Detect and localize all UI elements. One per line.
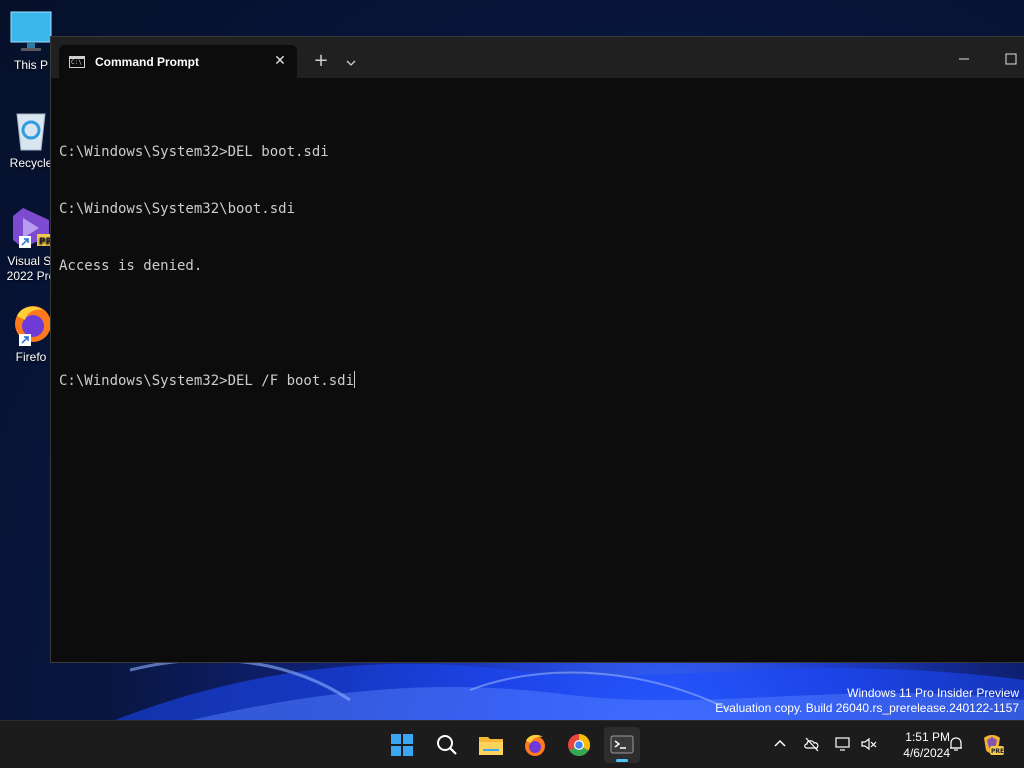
new-tab-button[interactable]: + — [309, 50, 333, 74]
copilot-icon: PRE — [984, 735, 1004, 755]
clock[interactable]: 1:51 PM 4/6/2024 — [886, 729, 950, 761]
terminal-taskbar-button[interactable] — [604, 727, 640, 763]
network-tray-button[interactable] — [834, 735, 852, 753]
watermark-line: Evaluation copy. Build 26040.rs_prerelea… — [715, 701, 1019, 715]
start-button[interactable] — [384, 727, 420, 763]
network-icon — [835, 737, 850, 751]
volume-tray-button[interactable] — [860, 735, 878, 753]
cloud-off-icon — [804, 737, 819, 752]
speaker-muted-icon — [861, 737, 877, 751]
text-cursor — [354, 371, 356, 388]
firefox-icon — [9, 302, 53, 346]
monitor-icon — [9, 10, 53, 54]
folder-icon — [479, 737, 503, 755]
maximize-button[interactable] — [997, 47, 1023, 71]
visual-studio-icon: PR — [9, 206, 53, 250]
terminal-icon — [610, 735, 634, 754]
terminal-output[interactable]: C:\Windows\System32>DEL boot.sdi C:\Wind… — [59, 105, 1019, 429]
chevron-down-icon — [346, 60, 356, 66]
search-icon — [437, 735, 457, 755]
plus-icon: + — [313, 50, 329, 71]
minimize-icon — [959, 58, 969, 60]
chevron-up-icon — [774, 739, 786, 747]
close-icon: ✕ — [274, 53, 286, 69]
windows-logo-icon — [391, 734, 413, 756]
terminal-prompt-line[interactable]: C:\Windows\System32>DEL /F boot.sdi — [59, 371, 1019, 391]
watermark-line: Windows 11 Pro Insider Preview — [847, 686, 1019, 700]
tab-dropdown-button[interactable] — [341, 50, 361, 74]
show-hidden-icons-button[interactable] — [771, 735, 789, 753]
terminal-window: C:\ Command Prompt ✕ + C:\Windows\System… — [50, 36, 1024, 663]
firefox-icon — [525, 734, 545, 756]
firefox-taskbar-button[interactable] — [517, 727, 553, 763]
title-bar[interactable]: C:\ Command Prompt ✕ + — [51, 37, 1024, 78]
active-indicator — [616, 759, 628, 762]
terminal-line: C:\Windows\System32>DEL boot.sdi — [59, 144, 329, 160]
chrome-taskbar-button[interactable] — [561, 727, 597, 763]
copilot-button[interactable]: PRE — [980, 732, 1004, 756]
onedrive-tray-button[interactable] — [803, 735, 821, 753]
clock-time: 1:51 PM — [905, 730, 950, 744]
file-explorer-button[interactable] — [473, 727, 509, 763]
taskbar: 1:51 PM 4/6/2024 PRE — [0, 720, 1024, 768]
tab-command-prompt[interactable]: C:\ Command Prompt ✕ — [59, 45, 297, 78]
terminal-line: Access is denied. — [59, 258, 203, 274]
bell-icon — [950, 737, 962, 751]
terminal-command: C:\Windows\System32>DEL /F boot.sdi — [59, 373, 355, 389]
svg-text:PRE: PRE — [991, 748, 1004, 755]
search-button[interactable] — [429, 727, 465, 763]
notifications-button[interactable] — [947, 735, 965, 753]
maximize-icon — [1005, 53, 1017, 65]
cmd-icon: C:\ — [69, 55, 85, 68]
terminal-line: C:\Windows\System32\boot.sdi — [59, 201, 296, 217]
evaluation-watermark: Windows 11 Pro Insider Preview Evaluatio… — [715, 686, 1019, 716]
clock-date: 4/6/2024 — [903, 746, 950, 760]
chrome-icon — [568, 734, 590, 756]
recycle-bin-icon — [9, 108, 53, 152]
tab-close-button[interactable]: ✕ — [271, 52, 289, 70]
minimize-button[interactable] — [951, 47, 977, 71]
tab-title: Command Prompt — [95, 54, 200, 69]
